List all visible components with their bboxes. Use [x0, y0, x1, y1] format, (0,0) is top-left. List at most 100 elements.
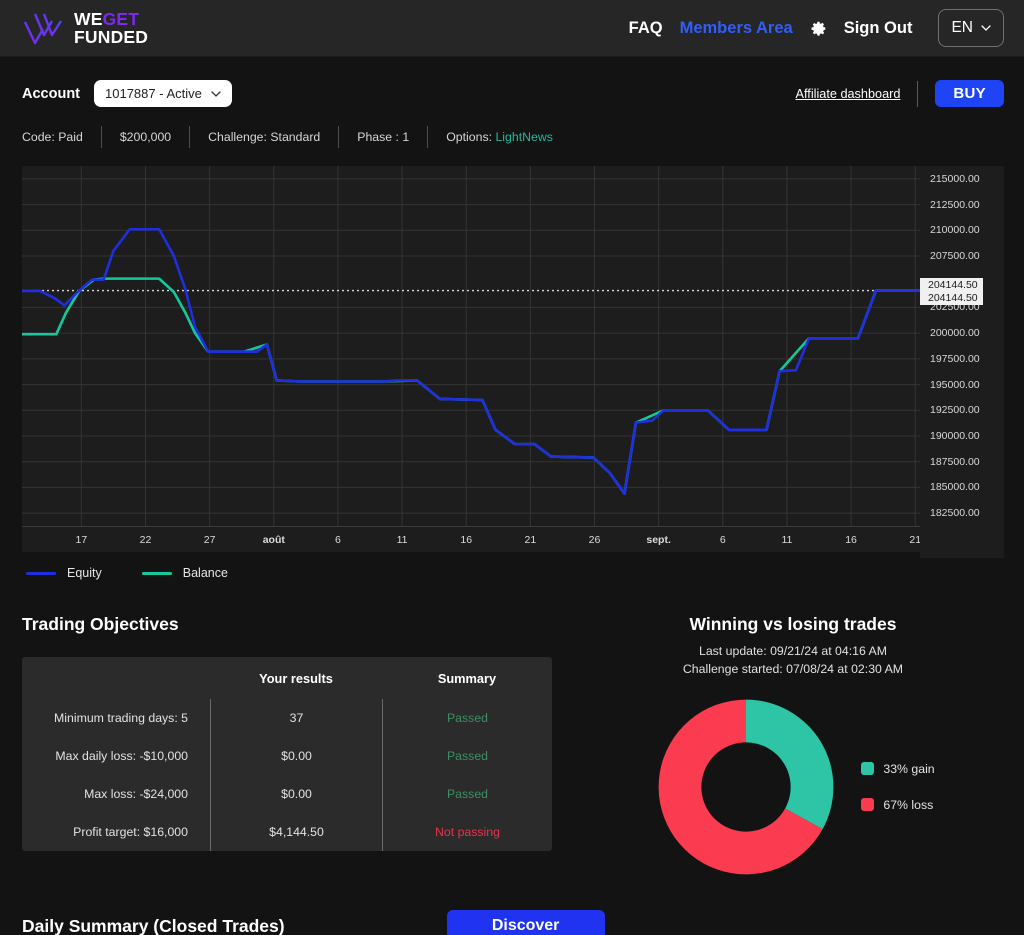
objective-criterion: Profit target: $16,000 [73, 825, 188, 839]
account-meta-item: Options: LightNews [446, 130, 553, 144]
bottom-row: Daily Summary (Closed Trades) Discover [22, 909, 1004, 935]
equity-chart-svg [22, 166, 920, 526]
logo-text-get: GET [102, 8, 140, 29]
objectives-column-header: Summary [437, 671, 497, 686]
legend-label-equity: Equity [67, 566, 102, 580]
y-axis-tick-label: 190000.00 [930, 430, 980, 442]
x-axis-tick-label: 17 [75, 534, 88, 546]
nav-item-sign-out[interactable]: Sign Out [844, 19, 913, 38]
affiliate-dashboard-link[interactable]: Affiliate dashboard [796, 87, 901, 101]
objective-result: $0.00 [210, 775, 382, 813]
x-axis-tick-label: 22 [139, 534, 152, 546]
donut-legend-item-loss: 67% loss [861, 798, 934, 812]
chevron-down-icon [211, 90, 221, 97]
daily-summary-title: Daily Summary (Closed Trades) [22, 915, 285, 935]
donut-label-gain: 33% gain [883, 761, 935, 776]
winloss-title: Winning vs losing trades [689, 614, 897, 634]
equity-chart: 17 22 27 août 6 11 16 21 26 sept. 6 11 16 21 215000.0… [22, 166, 1004, 580]
nav-item-members-area[interactable]: Members Area [680, 19, 793, 38]
objective-criterion: Minimum trading days: 5 [54, 711, 188, 725]
divider [917, 80, 919, 107]
legend-item-equity[interactable]: Equity [26, 566, 102, 580]
donut-slice[interactable] [746, 699, 834, 829]
chevron-down-icon [981, 25, 991, 31]
logo-text-funded: FUNDED [74, 27, 149, 47]
donut-swatch-loss [861, 798, 875, 812]
equity-chart-y-axis: 215000.00 212500.00 210000.00 207500.00 2025… [920, 166, 1004, 558]
y-axis-tick-label: 195000.00 [930, 378, 980, 391]
language-selector-value: EN [951, 19, 973, 36]
lower-section: Trading Objectives Your results Summary Mi… [0, 614, 1024, 882]
legend-swatch-equity [26, 571, 56, 575]
y-axis-tick-label: 187500.00 [930, 455, 980, 468]
trading-objectives-table: Your results Summary Minimum trading days:… [22, 657, 552, 851]
x-axis-tick-label: 6 [719, 534, 726, 546]
legend-item-balance[interactable]: Balance [141, 566, 228, 580]
y-axis-current-value-marker: 204144.50 [920, 277, 983, 292]
y-axis-tick-label: 215000.00 [930, 172, 980, 185]
objective-result: 37 [210, 699, 382, 737]
win-loss-donut-chart[interactable] [651, 692, 841, 882]
wegetfunded-logo-icon [23, 13, 63, 45]
donut-chart-row: 33% gain 67% loss [582, 692, 1004, 882]
trading-objectives-section: Trading Objectives Your results Summary Mi… [22, 614, 582, 882]
account-row: Account 1017887 - Active Affiliate dashb… [22, 80, 1004, 107]
account-meta-row: Code: Paid $200,000 Challenge: Standard Pha… [22, 126, 1004, 148]
trading-objectives-title: Trading Objectives [22, 614, 179, 634]
equity-chart-x-axis: 17 22 27 août 6 11 16 21 26 sept. 6 11 16 21 [22, 526, 921, 552]
nav-item-faq[interactable]: FAQ [629, 19, 663, 38]
objective-status-badge: Passed [382, 737, 552, 775]
nav-links: FAQ Members Area Sign Out EN [629, 9, 1004, 47]
y-axis-tick-label: 212500.00 [930, 198, 980, 211]
account-selector-value: 1017887 - Active [105, 86, 202, 101]
y-axis-tick-label: 200000.00 [930, 327, 980, 340]
brand-logo[interactable]: WEGET FUNDED [22, 9, 148, 47]
donut-legend: 33% gain 67% loss [861, 761, 935, 812]
objective-status-badge: Passed [382, 699, 552, 737]
x-axis-tick-label: août [262, 534, 285, 546]
winning-losing-section: Winning vs losing trades Last update: 09… [582, 614, 1004, 882]
logo-text-we: WE [74, 8, 103, 29]
winloss-challenge-started: Challenge started: 07/08/24 at 02:30 AM [682, 662, 904, 677]
y-axis-tick-label: 207500.00 [930, 250, 980, 262]
objective-status-badge: Passed [382, 775, 552, 813]
account-label: Account [22, 85, 80, 102]
x-axis-tick-label: 26 [588, 534, 601, 546]
x-axis-tick-label: 16 [845, 534, 857, 546]
y-axis-tick-label: 197500.00 [930, 352, 980, 365]
y-axis-tick-label: 185000.00 [930, 481, 980, 494]
x-axis-tick-label: 11 [781, 534, 793, 546]
y-axis-current-value-marker: 204144.50 [920, 290, 983, 305]
x-axis-tick-label: 16 [460, 534, 473, 546]
buy-button[interactable]: BUY [935, 80, 1004, 107]
objective-result: $0.00 [210, 737, 382, 775]
objective-result: $4,144.50 [210, 813, 382, 851]
account-meta-item: $200,000 [119, 130, 172, 144]
legend-label-balance: Balance [182, 566, 228, 580]
gear-icon[interactable] [810, 20, 827, 37]
account-selector[interactable]: 1017887 - Active [94, 80, 232, 107]
language-selector[interactable]: EN [938, 9, 1004, 47]
account-meta-option-value[interactable]: LightNews [495, 130, 552, 144]
objective-criterion: Max daily loss: -$10,000 [55, 749, 188, 763]
account-meta-item: Code: Paid [22, 130, 83, 144]
legend-swatch-balance [141, 571, 172, 575]
winloss-last-update: Last update: 09/21/24 at 04:16 AM [698, 644, 887, 658]
donut-label-loss: 67% loss [883, 797, 934, 812]
donut-legend-item-gain: 33% gain [861, 761, 935, 776]
donut-swatch-gain [861, 762, 875, 776]
account-bar: Account 1017887 - Active Affiliate dashb… [0, 57, 1024, 148]
x-axis-tick-label: sept. [646, 534, 671, 546]
y-axis-tick-label: 210000.00 [930, 224, 980, 237]
account-meta-item: Challenge: Standard [208, 130, 321, 144]
equity-chart-legend: Equity Balance [26, 566, 1004, 580]
brand-logo-text: WEGET FUNDED [74, 10, 148, 46]
objectives-column-header [22, 657, 210, 699]
account-meta-item: Phase : 1 [357, 130, 410, 144]
objective-status-badge: Not passing [382, 813, 552, 851]
account-actions: Affiliate dashboard BUY [796, 80, 1004, 107]
equity-chart-plot[interactable] [22, 166, 920, 526]
discover-button[interactable]: Discover [446, 909, 605, 935]
x-axis-tick-label: 21 [524, 534, 537, 546]
winloss-subtitle: Last update: 09/21/24 at 04:16 AM Challe… [582, 642, 1004, 679]
